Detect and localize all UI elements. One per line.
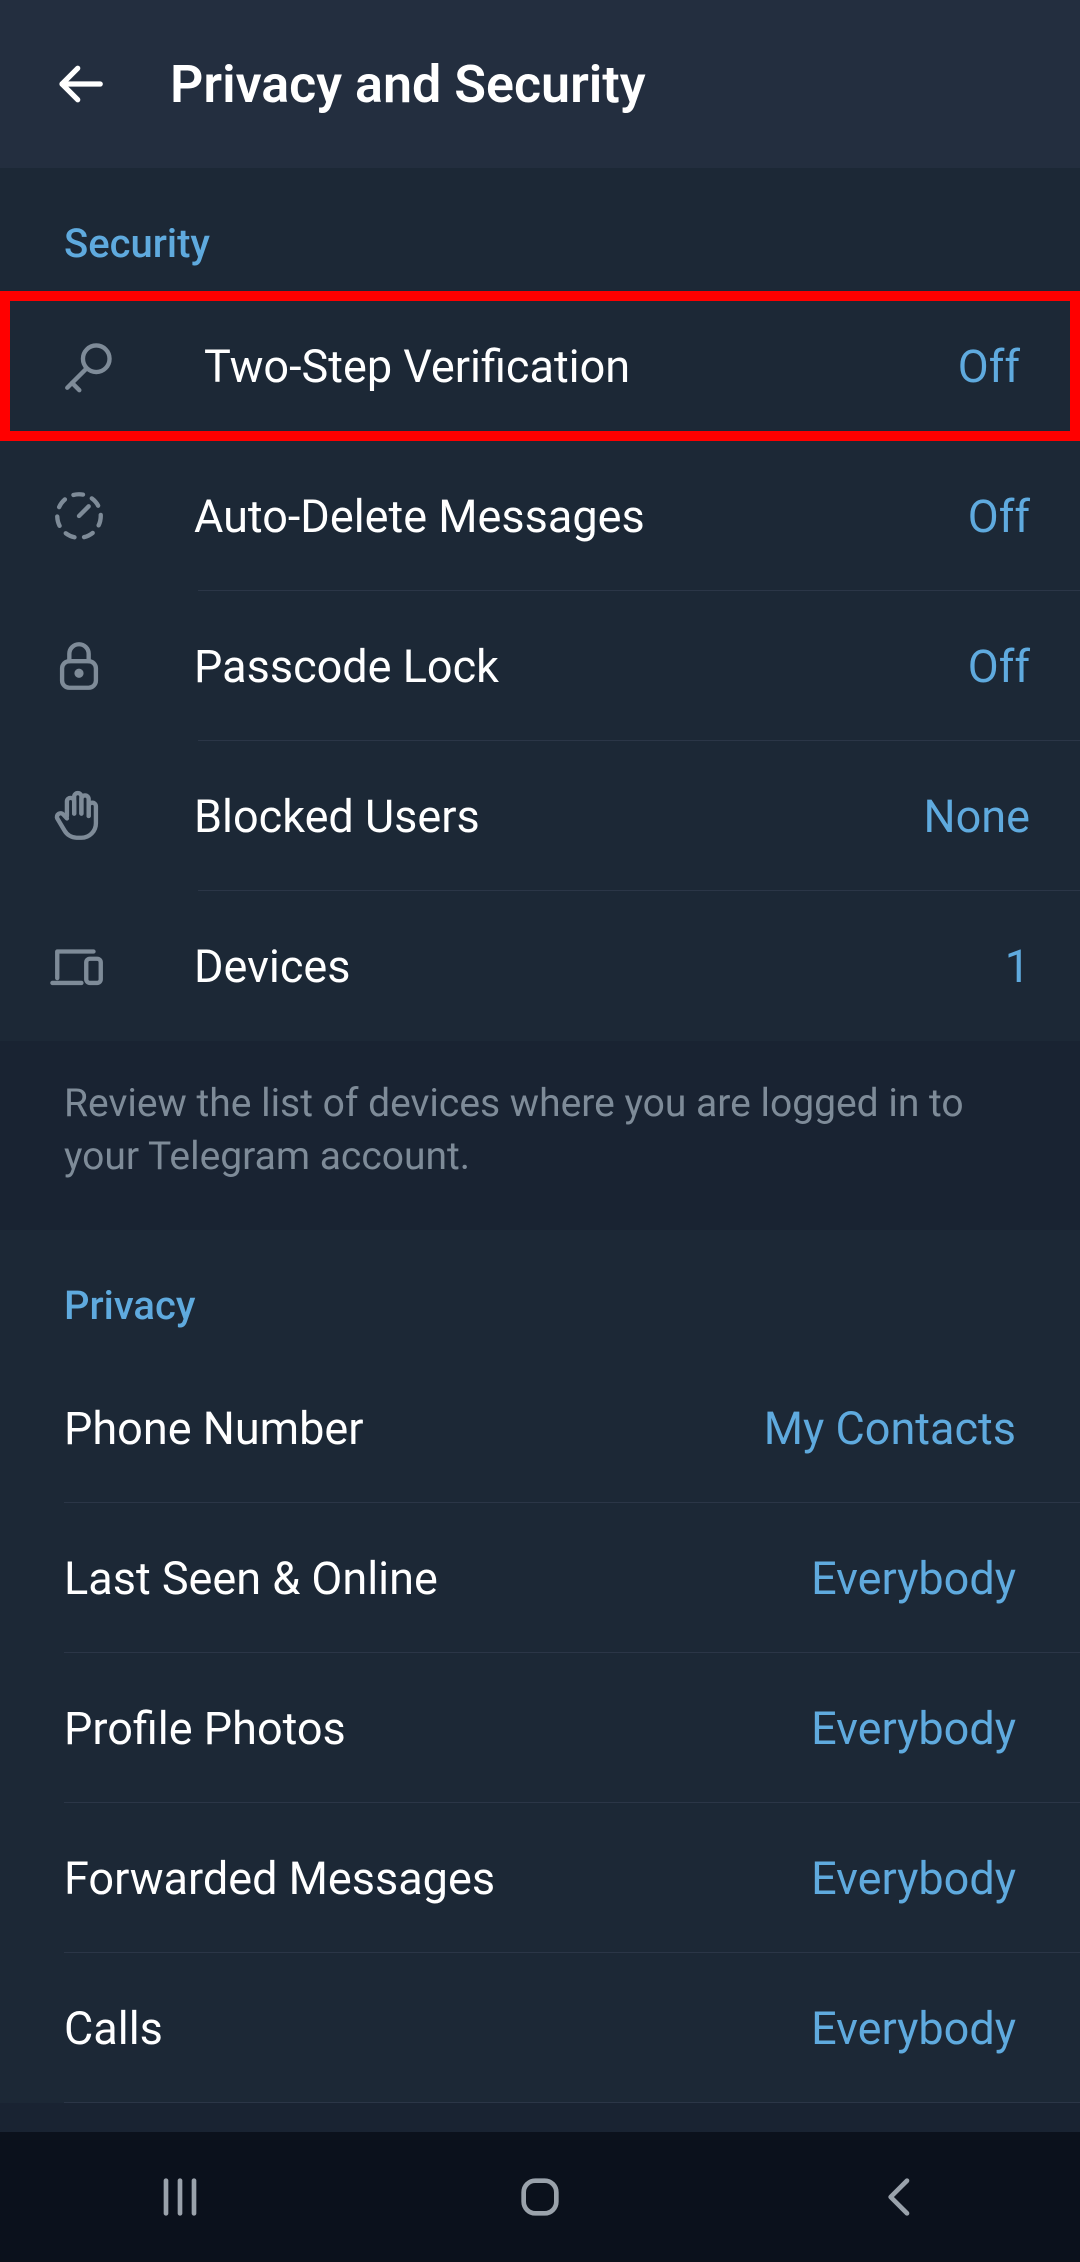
timer-icon	[50, 487, 108, 545]
security-section: Security Two-Step Verification Off Auto-…	[0, 168, 1080, 1041]
auto-delete-row[interactable]: Auto-Delete Messages Off	[0, 441, 1080, 591]
last-seen-label: Last Seen & Online	[64, 1552, 438, 1605]
divider	[64, 2102, 1080, 2103]
privacy-section: Privacy Phone Number My Contacts Last Se…	[0, 1230, 1080, 2103]
auto-delete-label: Auto-Delete Messages	[194, 490, 968, 543]
passcode-label: Passcode Lock	[194, 640, 968, 693]
profile-photos-value: Everybody	[811, 1702, 1016, 1755]
home-button[interactable]	[512, 2169, 568, 2225]
forwarded-value: Everybody	[811, 1852, 1016, 1905]
back-button[interactable]	[872, 2169, 928, 2225]
last-seen-row[interactable]: Last Seen & Online Everybody	[0, 1503, 1080, 1653]
devices-label: Devices	[194, 940, 1005, 993]
two-step-value: Off	[958, 340, 1020, 393]
recents-button[interactable]	[152, 2169, 208, 2225]
devices-icon	[50, 937, 108, 995]
android-navbar	[0, 2132, 1080, 2262]
blocked-users-row[interactable]: Blocked Users None	[0, 741, 1080, 891]
security-footer-text: Review the list of devices where you are…	[0, 1041, 1080, 1230]
back-arrow-icon[interactable]	[50, 54, 110, 114]
phone-value: My Contacts	[764, 1402, 1016, 1455]
two-step-verification-row[interactable]: Two-Step Verification Off	[0, 291, 1080, 441]
phone-label: Phone Number	[64, 1402, 363, 1455]
devices-value: 1	[1005, 940, 1030, 993]
two-step-label: Two-Step Verification	[204, 340, 958, 393]
profile-photos-row[interactable]: Profile Photos Everybody	[0, 1653, 1080, 1803]
page-title: Privacy and Security	[170, 54, 646, 115]
passcode-value: Off	[968, 640, 1030, 693]
calls-row[interactable]: Calls Everybody	[0, 1953, 1080, 2103]
calls-label: Calls	[64, 2002, 163, 2055]
calls-value: Everybody	[811, 2002, 1016, 2055]
privacy-section-header: Privacy	[0, 1230, 1080, 1353]
passcode-lock-row[interactable]: Passcode Lock Off	[0, 591, 1080, 741]
security-section-header: Security	[0, 168, 1080, 291]
hand-icon	[50, 787, 108, 845]
blocked-label: Blocked Users	[194, 790, 924, 843]
app-header: Privacy and Security	[0, 0, 1080, 168]
forwarded-messages-row[interactable]: Forwarded Messages Everybody	[0, 1803, 1080, 1953]
forwarded-label: Forwarded Messages	[64, 1852, 495, 1905]
last-seen-value: Everybody	[811, 1552, 1016, 1605]
phone-number-row[interactable]: Phone Number My Contacts	[0, 1353, 1080, 1503]
blocked-value: None	[924, 790, 1030, 843]
key-icon	[60, 337, 118, 395]
devices-row[interactable]: Devices 1	[0, 891, 1080, 1041]
lock-icon	[50, 637, 108, 695]
auto-delete-value: Off	[968, 490, 1030, 543]
profile-photos-label: Profile Photos	[64, 1702, 346, 1755]
